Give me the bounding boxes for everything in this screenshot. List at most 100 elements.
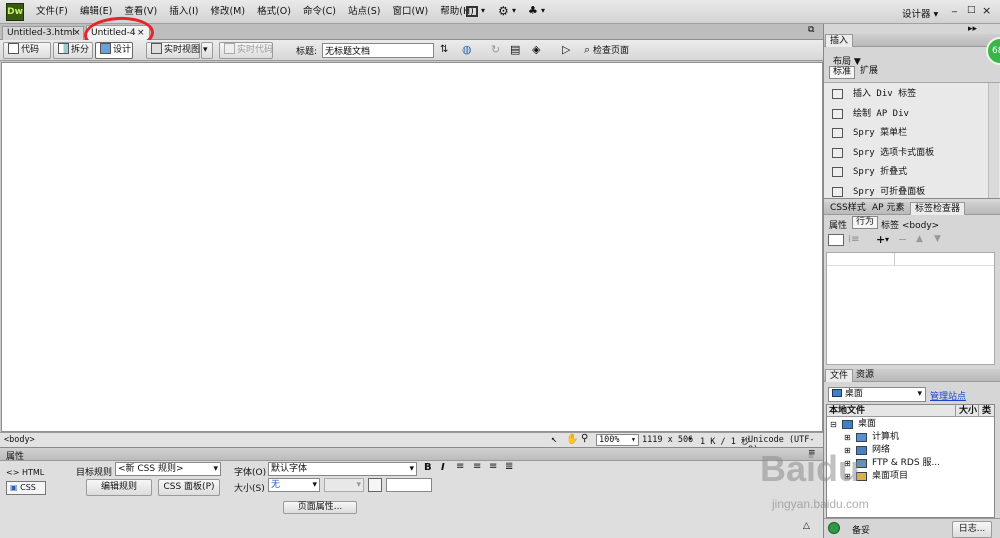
italic-button[interactable]: I	[441, 462, 445, 473]
css-icon: ▣	[10, 483, 18, 492]
preview-browser-icon[interactable]: ◍	[462, 43, 472, 56]
code-label: 代码	[21, 45, 40, 55]
menu-item[interactable]: 窗口(W)	[386, 0, 434, 24]
workspace-switcher[interactable]: 设计器 ▾	[902, 6, 938, 20]
live-view-button[interactable]: 实时视图	[146, 42, 200, 59]
file-management-icon[interactable]: ⇅	[440, 44, 448, 55]
menu-item[interactable]: 格式(O)	[251, 0, 297, 24]
align-right-icon[interactable]: ≡	[489, 461, 497, 472]
tab-files[interactable]: 文件	[825, 369, 854, 382]
maximize-button[interactable]: □	[967, 5, 976, 15]
color-picker[interactable]	[368, 478, 382, 492]
menu-item[interactable]: 插入(I)	[163, 0, 204, 24]
watermark-sub: jingyan.baidu.com	[772, 497, 869, 511]
restore-icon[interactable]: ⧉	[808, 25, 814, 35]
insert-item[interactable]: Spry 菜单栏	[826, 123, 996, 143]
behaviors-list[interactable]	[826, 252, 995, 365]
tab-css-styles[interactable]: CSS样式	[826, 202, 870, 215]
align-left-icon[interactable]: ≡	[456, 461, 464, 472]
zoom-select[interactable]: 100% ▾	[596, 434, 639, 446]
align-center-icon[interactable]: ≡	[473, 461, 481, 472]
status-globe-icon	[828, 522, 840, 534]
title-input[interactable]	[322, 43, 434, 58]
layout-icon[interactable]	[466, 6, 478, 17]
size-select[interactable]: 无 ▾	[268, 478, 320, 492]
live-view-dropdown[interactable]: ▾	[201, 42, 213, 59]
panel-collapse-icon[interactable]: ▸▸	[968, 24, 977, 34]
align-justify-icon[interactable]: ≣	[505, 461, 513, 472]
font-select[interactable]: 默认字体 ▾	[268, 462, 417, 476]
insert-item[interactable]: 插入 Div 标签	[826, 84, 996, 104]
inspect-button[interactable]: ⌕ 检查页面	[584, 43, 629, 57]
log-button[interactable]: 日志...	[952, 521, 992, 538]
add-behavior-icon[interactable]: +	[876, 233, 885, 246]
behaviors-divider	[894, 253, 895, 265]
tab-assets[interactable]: 资源	[852, 369, 878, 382]
site-select[interactable]: 桌面 ▾	[828, 387, 926, 402]
window-size-dropdown-icon[interactable]: ▾	[688, 434, 693, 443]
bold-button[interactable]: B	[424, 462, 432, 473]
css-panel-button[interactable]: CSS 面板(P)	[158, 479, 220, 496]
design-canvas[interactable]	[1, 62, 823, 432]
menu-item[interactable]: 修改(M)	[204, 0, 251, 24]
minimize-button[interactable]: _	[952, 2, 957, 13]
behaviors-rule	[827, 265, 994, 266]
collapse-icon[interactable]: ⊟	[830, 418, 837, 431]
remove-behavior-icon[interactable]: −	[898, 233, 907, 246]
expand-icon[interactable]: ⊞	[844, 431, 851, 444]
insert-item[interactable]: 绘制 AP Div	[826, 104, 996, 124]
target-rule-select[interactable]: <新 CSS 规则> ▾	[115, 462, 221, 476]
split-view-button[interactable]: 拆分	[53, 42, 93, 59]
edit-rule-button[interactable]: 编辑规则	[86, 479, 152, 496]
zoom-tool-icon[interactable]: ⚲	[581, 433, 588, 444]
move-down-icon[interactable]: ▼	[934, 234, 941, 244]
insert-item[interactable]: Spry 折叠式	[826, 162, 996, 182]
manage-sites-link[interactable]: 管理站点	[930, 389, 966, 402]
site-icon[interactable]: ♣	[528, 4, 538, 17]
tag-selector[interactable]: <body>	[4, 435, 35, 445]
html-label: HTML	[21, 468, 45, 477]
css-subtab-behaviors[interactable]: 行为	[852, 216, 879, 229]
show-all-icon[interactable]: ⁞≡	[848, 234, 860, 245]
show-set-icon[interactable]	[828, 234, 844, 246]
menu-item[interactable]: 站点(S)	[342, 0, 386, 24]
menu-item[interactable]: 命令(C)	[297, 0, 342, 24]
validate-icon[interactable]: ▷	[562, 43, 570, 56]
tab-untitled-3[interactable]: Untitled-3.html ×	[2, 26, 84, 40]
css-mode-button[interactable]: ▣ CSS	[6, 481, 46, 495]
tab-insert[interactable]: 插入	[825, 34, 854, 47]
close-icon[interactable]: ×	[73, 27, 81, 40]
menu-item[interactable]: 文件(F)	[30, 0, 74, 24]
hand-tool-icon[interactable]: ✋	[566, 434, 578, 445]
insert-item-label: Spry 菜单栏	[853, 128, 908, 138]
refresh-icon[interactable]: ↻	[491, 43, 500, 56]
size-value: 无	[271, 480, 281, 490]
tab-tag-inspector[interactable]: 标签检查器	[910, 202, 966, 215]
view-options-icon[interactable]: ▤	[510, 43, 520, 56]
insert-subtab-extended[interactable]: 扩展	[857, 66, 881, 79]
page-properties-button[interactable]: 页面属性...	[283, 501, 357, 514]
gear-icon[interactable]: ⚙	[498, 4, 509, 18]
close-button[interactable]: ×	[982, 4, 991, 17]
tab-ap-elements[interactable]: AP 元素	[868, 202, 908, 215]
design-view-button[interactable]: 设计	[95, 42, 133, 59]
insert-subtab-standard[interactable]: 标准	[829, 66, 856, 79]
file-tree-label: 计算机	[872, 432, 900, 442]
html-mode-button[interactable]: <> HTML	[6, 466, 48, 480]
insert-item[interactable]: Spry 选项卡式面板	[826, 143, 996, 163]
visual-aids-icon[interactable]: ◈	[532, 43, 540, 56]
code-view-button[interactable]: 代码	[3, 42, 51, 59]
insert-item[interactable]: Spry 可折叠面板	[826, 182, 996, 202]
color-input[interactable]	[386, 478, 432, 492]
folder-icon	[842, 420, 853, 429]
pointer-tool-icon[interactable]: ↖	[551, 434, 557, 445]
expand-icon[interactable]: △	[803, 521, 810, 531]
col-size[interactable]: 大小	[955, 405, 977, 417]
css-subtab-attrs[interactable]: 属性	[829, 218, 847, 231]
col-type[interactable]: 类	[978, 405, 991, 417]
html-icon: <>	[6, 468, 20, 477]
move-up-icon[interactable]: ▲	[916, 234, 923, 244]
col-local-files[interactable]: 本地文件	[829, 405, 865, 417]
window-size[interactable]: 1119 x 506	[642, 435, 693, 445]
css-label: CSS	[20, 483, 36, 492]
